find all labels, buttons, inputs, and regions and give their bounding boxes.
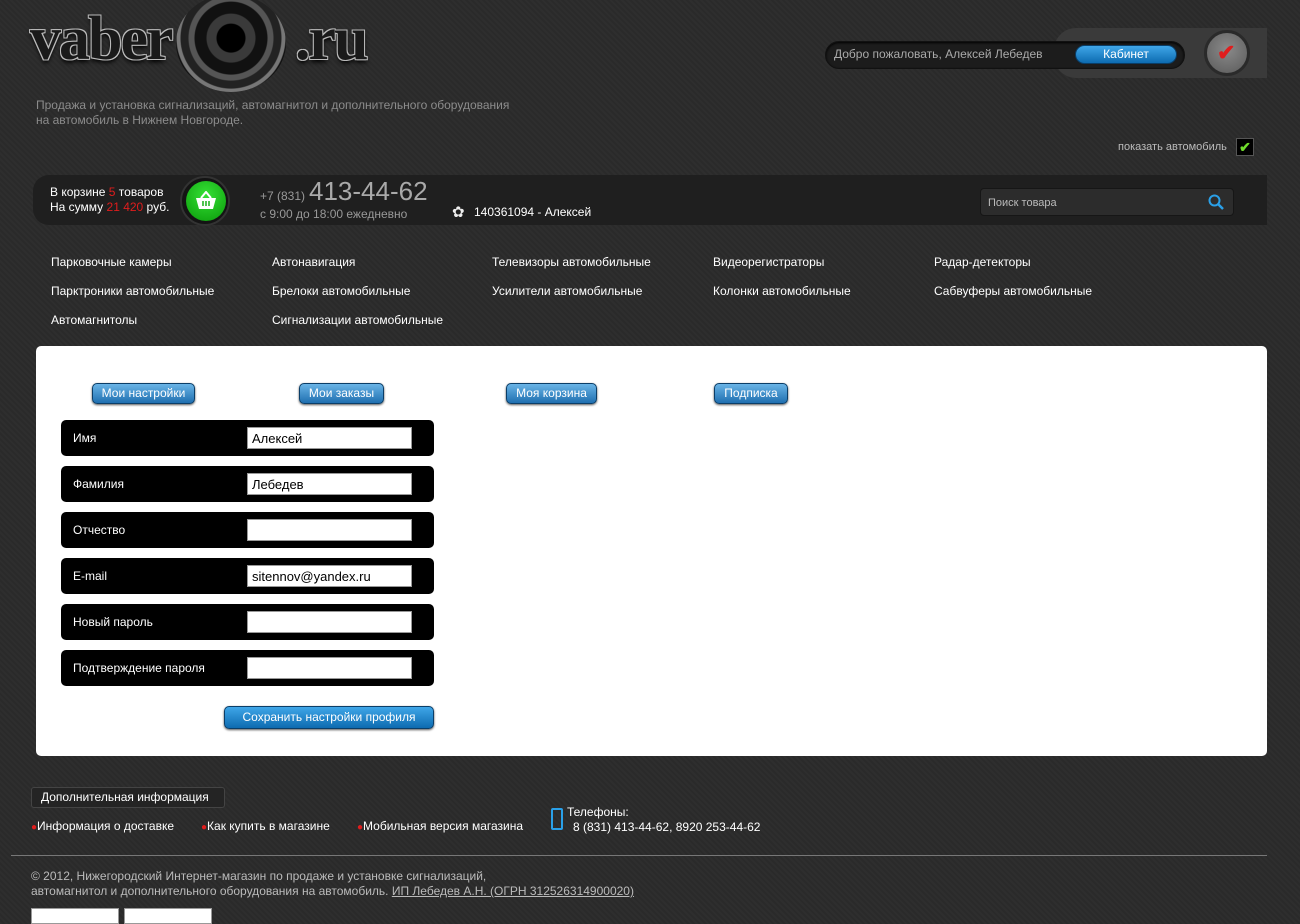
profile-panel [36,346,1267,756]
mobile-phone-icon [551,808,563,830]
additional-info-header: Дополнительная информация [31,787,225,808]
email-input[interactable] [247,565,412,587]
show-car-checkbox[interactable]: ✔ [1236,138,1254,156]
category-link[interactable]: Колонки автомобильные [713,284,851,298]
first-name-label: Имя [73,431,97,445]
category-link[interactable]: Сигнализации автомобильные [272,313,443,327]
logo-text-right: .ru [295,5,368,73]
cart-sum: 21 420 [106,200,144,214]
company-link[interactable]: ИП Лебедев А.Н. (ОГРН 312526314900020) [392,884,634,898]
footer-link-label: Мобильная версия магазина [363,819,524,833]
confirm-password-input[interactable] [247,657,412,679]
check-icon: ✔ [1217,40,1236,65]
speaker-icon [176,0,286,92]
cabinet-button[interactable]: Кабинет [1075,45,1177,64]
category-link[interactable]: Радар-детекторы [934,255,1031,269]
logo-text-left: vaber [30,5,174,73]
first-name-input[interactable] [247,427,412,449]
cart-sum-suffix: руб. [143,200,170,214]
working-hours: с 9:00 до 18:00 ежедневно [260,207,408,221]
footer-link-how-to-buy[interactable]: ●Как купить в магазине [201,819,330,833]
category-link[interactable]: Парковочные камеры [51,255,172,269]
cart-count-prefix: В корзине [50,185,109,199]
site-logo[interactable]: vaber .ru [30,0,375,92]
tagline-line-2: на автомобиль в Нижнем Новгороде. [36,113,244,127]
copyright: © 2012, Нижегородский Интернет-магазин п… [31,869,634,899]
cart-summary[interactable]: В корзине 5 товаров На сумму 21 420 руб. [50,185,169,215]
new-password-label: Новый пароль [73,615,153,629]
new-password-input[interactable] [247,611,412,633]
footer-link-label: Как купить в магазине [207,819,330,833]
show-car-label: показать автомобиль [1118,141,1227,153]
cart-sum-prefix: На сумму [50,200,107,214]
welcome-text: Добро пожаловать, Алексей Лебедев [834,47,1043,61]
tab-my-settings[interactable]: Мои настройки [92,383,195,404]
copyright-line-2: автомагнитол и дополнительного оборудова… [31,884,392,898]
icq-contact[interactable]: 140361094 - Алексей [474,205,591,219]
last-name-label: Фамилия [73,477,124,491]
search-icon[interactable] [1207,193,1225,211]
category-link[interactable]: Автонавигация [272,255,355,269]
tab-my-cart[interactable]: Моя корзина [506,383,597,404]
phones-value: 8 (831) 413-44-62, 8920 253-44-62 [573,820,761,834]
tagline: Продажа и установка сигнализаций, автома… [36,98,536,128]
tab-my-orders[interactable]: Мои заказы [299,383,384,404]
footer-link-delivery[interactable]: ●Информация о доставке [31,819,174,833]
basket-icon[interactable] [186,181,226,221]
confirm-password-label: Подтверждение пароля [73,661,205,675]
category-link[interactable]: Видеорегистраторы [713,255,824,269]
footer-link-label: Информация о доставке [37,819,175,833]
footer-link-mobile[interactable]: ●Мобильная версия магазина [357,819,523,833]
category-link[interactable]: Усилители автомобильные [492,284,642,298]
phones-label: Телефоны: [567,805,629,819]
search-input[interactable] [988,194,1188,212]
category-link[interactable]: Брелоки автомобильные [272,284,410,298]
tagline-line-1: Продажа и установка сигнализаций, автома… [36,98,510,112]
patronymic-input[interactable] [247,519,412,541]
cart-count-suffix: товаров [115,185,164,199]
patronymic-label: Отчество [73,523,126,537]
save-profile-button[interactable]: Сохранить настройки профиля [224,706,434,729]
category-link[interactable]: Сабвуферы автомобильные [934,284,1092,298]
email-label: E-mail [73,569,108,583]
icq-flower-icon: ✿ [452,204,465,221]
copyright-line-1: © 2012, Нижегородский Интернет-магазин п… [31,869,487,883]
tab-subscription[interactable]: Подписка [714,383,788,404]
counter-badge-1[interactable] [31,908,119,924]
category-link[interactable]: Парктроники автомобильные [51,284,214,298]
category-link[interactable]: Автомагнитолы [51,313,137,327]
phone-prefix: +7 (831) [260,189,306,203]
last-name-input[interactable] [247,473,412,495]
footer-divider [11,855,1267,856]
phone-number: 413-44-62 [309,176,428,206]
category-link[interactable]: Телевизоры автомобильные [492,255,651,269]
basket-glyph [196,190,216,209]
counter-badge-2[interactable] [124,908,212,924]
